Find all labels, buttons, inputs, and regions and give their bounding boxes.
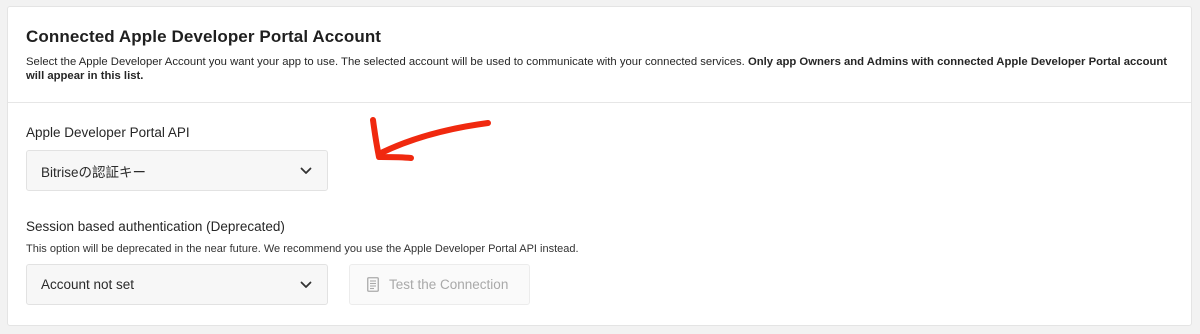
session-deprecation-note: This option will be deprecated in the ne…: [26, 243, 579, 255]
card-description-text: Select the Apple Developer Account you w…: [26, 56, 745, 68]
api-key-select-value: Bitriseの認証キー: [41, 164, 147, 180]
session-section-label: Session based authentication (Deprecated…: [26, 219, 285, 234]
card-header: Connected Apple Developer Portal Account…: [8, 7, 1191, 103]
chevron-down-icon: [299, 164, 313, 178]
test-connection-label: Test the Connection: [389, 277, 509, 292]
test-connection-button[interactable]: Test the Connection: [349, 264, 530, 305]
card-title: Connected Apple Developer Portal Account: [26, 27, 382, 46]
session-account-select[interactable]: Account not set: [26, 264, 328, 305]
connected-account-card: Connected Apple Developer Portal Account…: [7, 6, 1192, 326]
card-description: Select the Apple Developer Account you w…: [26, 55, 1173, 83]
session-account-select-value: Account not set: [41, 277, 135, 292]
api-key-select[interactable]: Bitriseの認証キー: [26, 150, 328, 191]
annotation-arrow-icon: [370, 117, 491, 161]
document-icon: [366, 277, 380, 293]
api-section-label: Apple Developer Portal API: [26, 125, 190, 140]
chevron-down-icon: [299, 278, 313, 292]
